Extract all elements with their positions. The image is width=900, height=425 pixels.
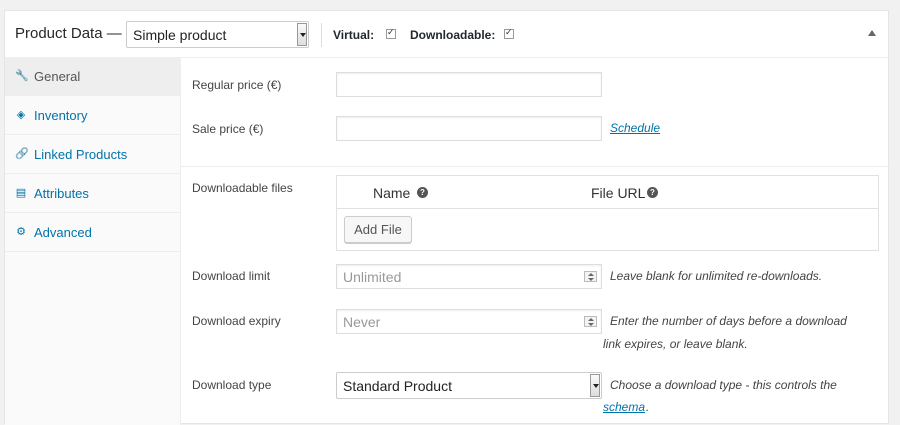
downloadable-files-label: Downloadable files	[192, 181, 293, 195]
schema-link[interactable]: schema	[603, 400, 645, 414]
downloadable-files-table: Name ? File URL ? Add File	[336, 175, 879, 251]
wrench-icon: 🔧	[15, 70, 29, 82]
tab-label: Linked Products	[34, 147, 128, 162]
download-type-select[interactable]: Standard Product	[336, 372, 602, 399]
product-type-value: Simple product	[133, 27, 227, 43]
chevron-down-icon	[590, 374, 600, 397]
help-icon[interactable]: ?	[417, 187, 428, 198]
download-type-label: Download type	[192, 378, 272, 392]
link-icon: 🔗	[15, 148, 29, 160]
download-limit-help: Leave blank for unlimited re-downloads.	[610, 269, 823, 283]
tab-attributes[interactable]: ▤ Attributes	[5, 175, 180, 213]
virtual-label: Virtual:	[333, 28, 375, 42]
files-table-header: Name ? File URL ?	[337, 176, 878, 209]
tab-inventory[interactable]: ◈ Inventory	[5, 97, 180, 135]
add-file-button[interactable]: Add File	[344, 216, 412, 243]
sale-price-label: Sale price (€)	[192, 122, 264, 136]
table-icon: ▤	[15, 187, 27, 199]
download-expiry-label: Download expiry	[192, 314, 281, 328]
column-file-url: File URL	[591, 185, 646, 201]
download-expiry-help-2: link expires, or leave blank.	[603, 337, 748, 351]
download-expiry-placeholder: Never	[343, 314, 381, 330]
tab-label: General	[34, 69, 81, 84]
download-limit-input[interactable]: Unlimited	[336, 264, 602, 289]
general-options: Regular price (€) Sale price (€) Schedul…	[181, 58, 889, 425]
download-limit-placeholder: Unlimited	[343, 269, 402, 285]
panel-title: Product Data —	[15, 25, 122, 42]
downloadable-checkbox[interactable]	[504, 27, 514, 39]
product-data-panel: Product Data — Simple product Virtual: D…	[4, 10, 889, 425]
tab-general[interactable]: 🔧 General	[5, 58, 180, 96]
section-divider	[181, 166, 889, 167]
download-expiry-input[interactable]: Never	[336, 309, 602, 334]
tab-advanced[interactable]: ⚙ Advanced	[5, 214, 180, 252]
download-limit-label: Download limit	[192, 269, 271, 283]
tag-icon: ◈	[16, 109, 26, 121]
tab-label: Advanced	[34, 225, 92, 240]
product-type-select[interactable]: Simple product	[126, 21, 309, 48]
spinner-icon[interactable]	[584, 271, 597, 282]
download-type-help-end: .	[646, 400, 650, 414]
virtual-checkbox[interactable]	[386, 27, 396, 39]
product-tabs: 🔧 General ◈ Inventory 🔗 Linked Products …	[5, 58, 181, 425]
download-type-value: Standard Product	[343, 378, 452, 394]
download-expiry-help-1: Enter the number of days before a downlo…	[610, 314, 847, 328]
column-name: Name	[373, 185, 411, 201]
downloadable-label: Downloadable:	[410, 28, 496, 42]
sale-price-input[interactable]	[336, 116, 602, 141]
collapse-toggle-icon[interactable]	[868, 30, 876, 36]
tab-label: Attributes	[34, 186, 89, 201]
tab-label: Inventory	[34, 108, 88, 123]
schedule-link[interactable]: Schedule	[610, 121, 660, 135]
download-type-help: Choose a download type - this controls t…	[610, 378, 837, 392]
help-icon[interactable]: ?	[647, 187, 658, 198]
regular-price-label: Regular price (€)	[192, 78, 282, 92]
chevron-down-icon	[297, 23, 307, 46]
tab-linked-products[interactable]: 🔗 Linked Products	[5, 136, 180, 174]
header-divider	[321, 23, 322, 47]
gear-icon: ⚙	[16, 226, 26, 238]
spinner-icon[interactable]	[584, 316, 597, 327]
regular-price-input[interactable]	[336, 72, 602, 97]
panel-header: Product Data — Simple product Virtual: D…	[5, 11, 888, 58]
